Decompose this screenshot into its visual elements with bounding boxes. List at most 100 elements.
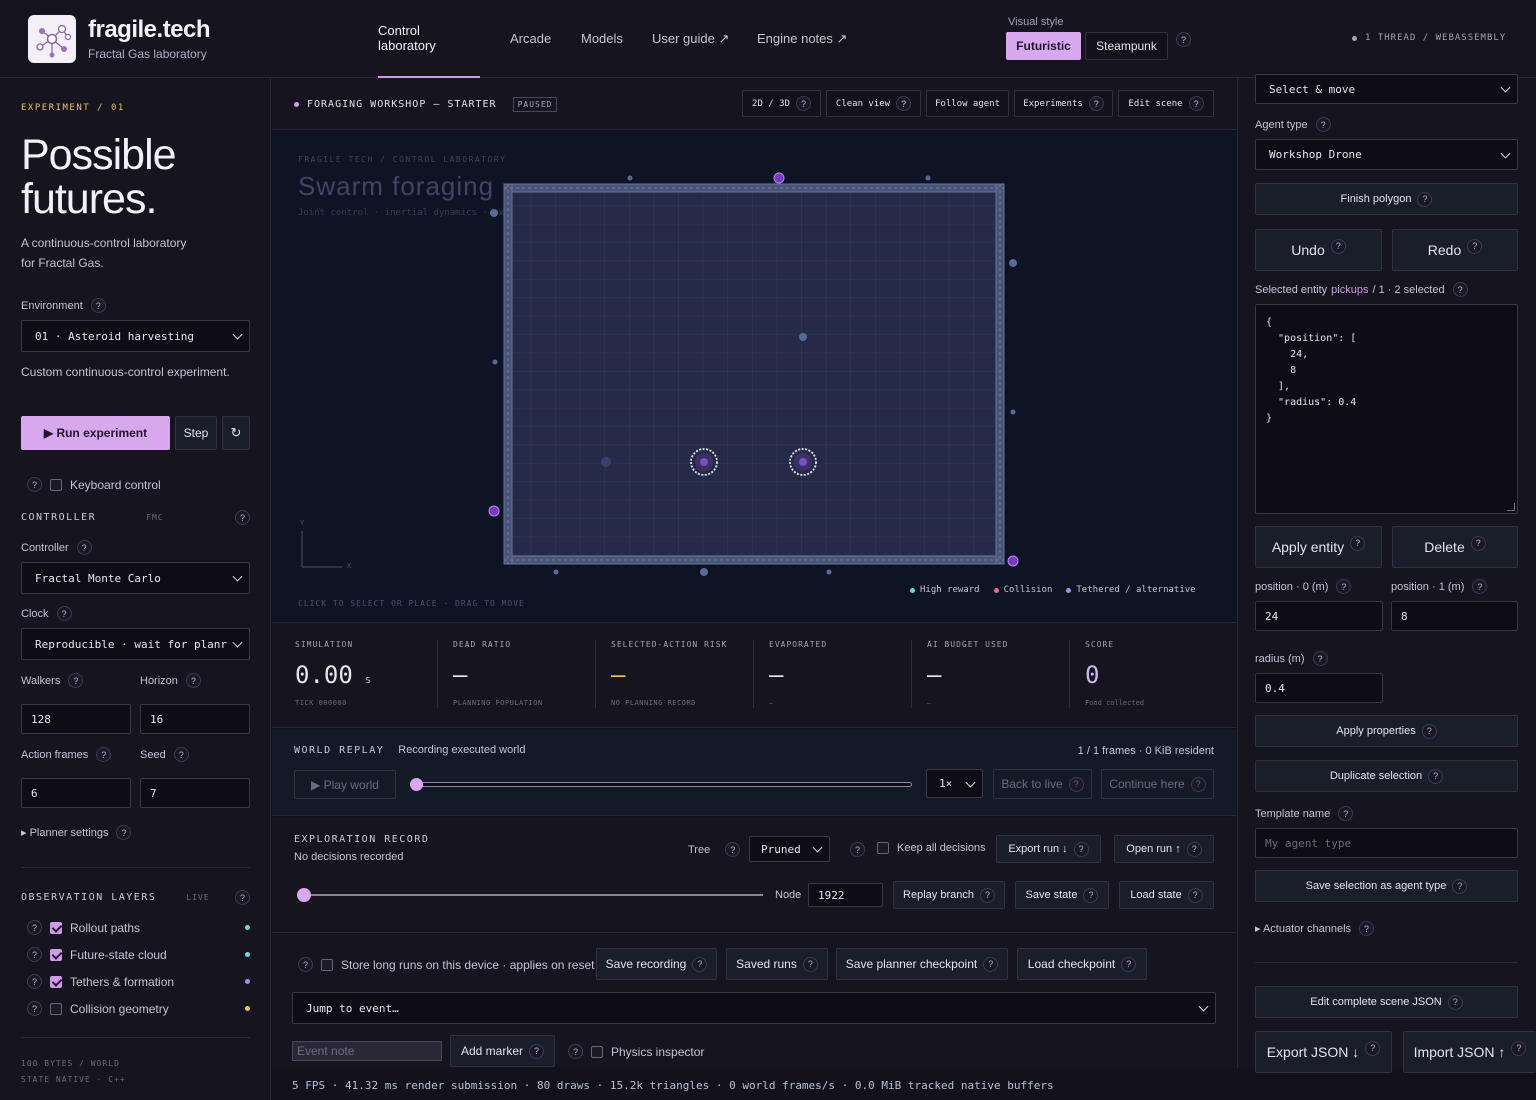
help-icon[interactable]: ?	[76, 540, 92, 555]
help-icon[interactable]: ?	[1083, 887, 1099, 903]
duplicate-selection-button[interactable]: Duplicate selection?	[1255, 760, 1518, 792]
delete-button[interactable]: Delete?	[1392, 526, 1518, 568]
help-icon[interactable]: ?	[1330, 238, 1346, 254]
help-icon[interactable]: ?	[1350, 535, 1366, 551]
help-icon[interactable]: ?	[1467, 238, 1483, 254]
help-icon[interactable]: ?	[1470, 535, 1486, 551]
open-run-button[interactable]: Open run ↑?	[1114, 835, 1214, 863]
agent-type-select[interactable]: Workshop Drone	[1255, 139, 1518, 170]
layer-checkbox[interactable]	[50, 921, 62, 934]
help-icon[interactable]: ?	[1315, 117, 1331, 132]
entity-json-textarea[interactable]: { "position": [ 24, 8 ], "radius": 0.4 }	[1255, 304, 1518, 514]
step-button[interactable]: Step	[175, 416, 217, 450]
layer-checkbox[interactable]	[50, 948, 62, 961]
help-icon[interactable]: ?	[692, 956, 708, 972]
help-icon[interactable]: ?	[1338, 806, 1354, 821]
import-json-button[interactable]: Import JSON ↑?	[1403, 1031, 1536, 1073]
saved-runs-button[interactable]: Saved runs?	[726, 948, 828, 980]
apply-entity-button[interactable]: Apply entity?	[1255, 526, 1382, 568]
help-icon[interactable]: ?	[1073, 841, 1089, 857]
help-icon[interactable]: ?	[1312, 651, 1328, 666]
help-icon[interactable]: ?	[235, 890, 250, 905]
help-icon[interactable]: ?	[173, 747, 189, 762]
position-0-input[interactable]: 24	[1255, 601, 1383, 631]
run-experiment-button[interactable]: ▶ Run experiment	[21, 416, 170, 450]
actuator-channels-toggle[interactable]: ▸ Actuator channels?	[1255, 921, 1375, 936]
undo-button[interactable]: Undo?	[1255, 229, 1382, 271]
help-icon[interactable]: ?	[185, 673, 201, 688]
help-icon[interactable]: ?	[1187, 887, 1203, 903]
finish-polygon-button[interactable]: Finish polygon?	[1255, 183, 1518, 215]
tree-select[interactable]: Pruned	[749, 836, 830, 862]
continue-here-button[interactable]: Continue here?	[1101, 769, 1214, 799]
replay-speed-select[interactable]: 1×	[926, 769, 983, 798]
help-icon[interactable]: ?	[1511, 1040, 1527, 1056]
export-run-button[interactable]: Export run ↓?	[996, 835, 1101, 863]
keep-all-checkbox[interactable]	[877, 842, 889, 854]
help-icon[interactable]: ?	[1188, 96, 1204, 111]
help-icon[interactable]: ?	[1452, 878, 1468, 894]
back-to-live-button[interactable]: Back to live?	[993, 769, 1092, 799]
load-state-button[interactable]: Load state?	[1119, 881, 1214, 909]
physics-inspector-checkbox[interactable]	[591, 1045, 603, 1058]
help-icon[interactable]: ?	[27, 477, 42, 492]
help-icon[interactable]: ?	[1452, 282, 1468, 297]
nav-control-laboratory[interactable]: Control laboratory	[378, 0, 480, 78]
clean-view-button[interactable]: Clean view?	[826, 90, 921, 117]
help-icon[interactable]: ?	[1068, 776, 1084, 792]
help-icon[interactable]: ?	[1421, 723, 1437, 739]
style-steampunk-button[interactable]: Steampunk	[1085, 32, 1168, 60]
nav-user-guide[interactable]: User guide ↗	[652, 31, 729, 47]
help-icon[interactable]: ?	[1121, 956, 1137, 972]
reset-button[interactable]: ↻	[222, 416, 250, 450]
replay-slider[interactable]	[410, 778, 912, 791]
planner-settings-toggle[interactable]: ▸ Planner settings?	[21, 825, 132, 840]
follow-agent-button[interactable]: Follow agent	[926, 90, 1009, 117]
brand-logo[interactable]	[28, 15, 76, 63]
layer-checkbox[interactable]	[50, 975, 62, 988]
help-icon[interactable]: ?	[68, 673, 84, 688]
help-icon[interactable]: ?	[725, 842, 741, 857]
keyboard-control-checkbox[interactable]	[50, 478, 62, 491]
node-slider[interactable]	[297, 888, 763, 902]
experiments-button[interactable]: Experiments?	[1014, 90, 1113, 117]
store-long-checkbox[interactable]	[321, 958, 333, 971]
walkers-input[interactable]: 128	[21, 704, 131, 734]
save-planner-checkpoint-button[interactable]: Save planner checkpoint?	[836, 948, 1008, 980]
slider-thumb[interactable]	[410, 778, 423, 791]
brand-title[interactable]: fragile.tech	[88, 16, 211, 44]
help-icon[interactable]: ?	[983, 956, 999, 972]
help-icon[interactable]: ?	[802, 956, 818, 972]
load-checkpoint-button[interactable]: Load checkpoint?	[1017, 948, 1147, 980]
help-icon[interactable]: ?	[90, 298, 106, 313]
edit-scene-button[interactable]: Edit scene?	[1118, 90, 1214, 117]
help-icon[interactable]: ?	[979, 887, 995, 903]
resize-grip-icon[interactable]	[1507, 503, 1515, 511]
help-icon[interactable]: ?	[1190, 776, 1206, 792]
action-frames-input[interactable]: 6	[21, 778, 131, 808]
help-icon[interactable]: ?	[96, 747, 112, 762]
help-icon[interactable]: ?	[116, 825, 132, 840]
event-note-input[interactable]: Event note	[292, 1041, 442, 1061]
export-json-button[interactable]: Export JSON ↓?	[1255, 1031, 1392, 1073]
style-futuristic-button[interactable]: Futuristic	[1006, 32, 1081, 60]
tool-mode-select[interactable]: Select & move	[1255, 74, 1518, 104]
jump-to-event-select[interactable]: Jump to event…	[292, 992, 1216, 1024]
help-icon[interactable]: ?	[235, 510, 250, 525]
layer-checkbox[interactable]	[50, 1002, 62, 1015]
help-icon[interactable]: ?	[1428, 768, 1444, 784]
help-icon[interactable]: ?	[850, 842, 865, 857]
help-icon[interactable]: ?	[795, 96, 811, 111]
clock-select[interactable]: Reproducible · wait for planr	[21, 628, 250, 660]
help-icon[interactable]: ?	[568, 1044, 583, 1059]
help-icon[interactable]: ?	[1472, 579, 1488, 594]
nav-models[interactable]: Models	[581, 31, 623, 46]
world-canvas[interactable]: FRAGILE TECH / CONTROL LABORATORY Swarm …	[272, 131, 1236, 621]
selected-entity-link[interactable]: pickups	[1331, 284, 1368, 296]
save-state-button[interactable]: Save state?	[1015, 881, 1109, 909]
help-icon[interactable]: ?	[27, 1001, 42, 1016]
add-marker-button[interactable]: Add marker?	[450, 1035, 555, 1067]
slider-thumb[interactable]	[297, 888, 311, 902]
help-icon[interactable]: ?	[529, 1043, 545, 1059]
help-icon[interactable]: ?	[1365, 1040, 1381, 1056]
